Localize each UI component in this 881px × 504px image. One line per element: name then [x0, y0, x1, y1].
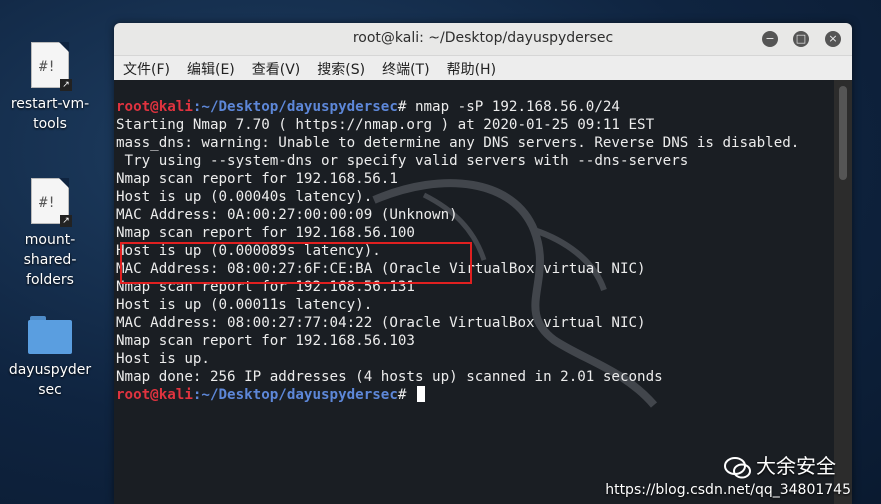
folder-icon: [28, 316, 72, 354]
terminal-prompt-line[interactable]: root@kali:~/Desktop/dayuspydersec#: [116, 386, 834, 404]
terminal-line: Host is up (0.00011s latency).: [116, 297, 373, 313]
terminal-cursor: [416, 386, 425, 402]
brand-label: 大余安全: [724, 450, 836, 479]
desktop-item-dayuspydersec[interactable]: dayuspyder sec: [0, 316, 100, 400]
maximize-button[interactable]: □: [793, 31, 809, 47]
desktop-item-mount-shared-folders[interactable]: #! ↗ mount-shared-folders: [0, 178, 100, 290]
menu-view[interactable]: 查看(V): [243, 56, 309, 79]
desktop-item-label: dayuspyder sec: [8, 362, 92, 398]
close-button[interactable]: ×: [825, 31, 841, 47]
wechat-icon: [724, 456, 751, 478]
terminal-scrollbar[interactable]: [834, 80, 852, 504]
minimize-button[interactable]: −: [762, 31, 778, 47]
highlight-box: [120, 242, 472, 284]
terminal-line: Try using --system-dns or specify valid …: [116, 153, 689, 169]
menu-edit[interactable]: 编辑(E): [178, 56, 243, 79]
terminal-line: Host is up (0.00040s latency).: [116, 189, 373, 205]
terminal-line: Starting Nmap 7.70 ( https://nmap.org ) …: [116, 117, 655, 133]
scrollbar-thumb[interactable]: [839, 86, 847, 180]
terminal-line: Host is up.: [116, 351, 210, 367]
terminal-line: MAC Address: 08:00:27:77:04:22 (Oracle V…: [116, 315, 646, 331]
terminal-line: mass_dns: warning: Unable to determine a…: [116, 135, 800, 151]
menu-terminal[interactable]: 终端(T): [373, 56, 437, 79]
script-file-icon: #! ↗: [31, 42, 72, 91]
terminal-line: MAC Address: 0A:00:27:00:00:09 (Unknown): [116, 207, 458, 223]
menu-search[interactable]: 搜索(S): [308, 56, 373, 79]
terminal-line: Nmap scan report for 192.168.56.1: [116, 171, 398, 187]
menu-bar: 文件(F) 编辑(E) 查看(V) 搜索(S) 终端(T) 帮助(H): [114, 56, 852, 81]
menu-file[interactable]: 文件(F): [114, 56, 178, 79]
window-titlebar[interactable]: root@kali: ~/Desktop/dayuspydersec − □ ×: [114, 23, 852, 56]
terminal-command: nmap -sP 192.168.56.0/24: [414, 99, 620, 115]
terminal-output[interactable]: root@kali:~/Desktop/dayuspydersec# nmap …: [114, 80, 834, 504]
desktop-item-label: mount-shared-folders: [23, 232, 77, 288]
window-title: root@kali: ~/Desktop/dayuspydersec: [352, 30, 614, 46]
terminal-line: Nmap scan report for 192.168.56.100: [116, 225, 415, 241]
watermark-text: https://blog.csdn.net/qq_34801745: [605, 482, 851, 498]
terminal-line: Nmap scan report for 192.168.56.103: [116, 333, 415, 349]
desktop-item-label: restart-vm-tools: [10, 96, 90, 132]
terminal-command-line: root@kali:~/Desktop/dayuspydersec# nmap …: [116, 99, 620, 115]
script-file-icon: #! ↗: [31, 178, 72, 227]
terminal-line: Nmap done: 256 IP addresses (4 hosts up)…: [116, 369, 663, 385]
menu-help[interactable]: 帮助(H): [438, 56, 504, 79]
desktop-item-restart-vm-tools[interactable]: #! ↗ restart-vm-tools: [0, 42, 100, 134]
